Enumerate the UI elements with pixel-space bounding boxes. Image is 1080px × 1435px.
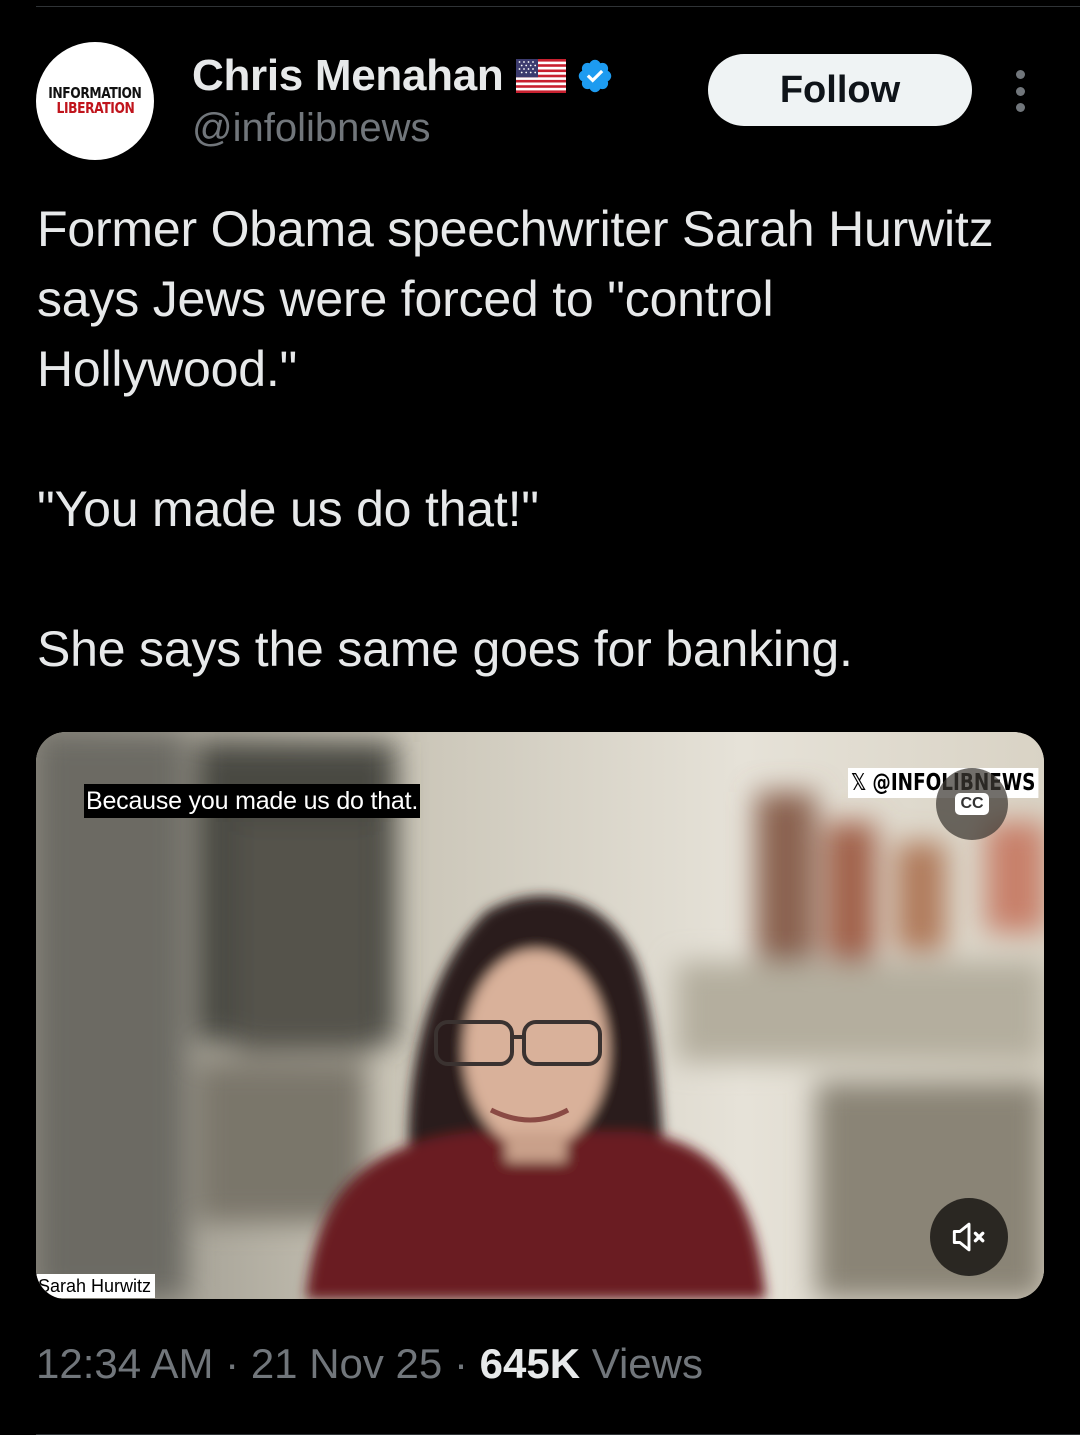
volume-muted-icon [952,1222,985,1252]
closed-captions-button[interactable]: CC [936,768,1008,840]
more-vertical-icon[interactable] [1009,70,1031,112]
author-handle[interactable]: @infolibnews [192,106,431,151]
tweet-text: Former Obama speechwriter Sarah Hurwitz … [37,194,1037,684]
video-nameplate: Sarah Hurwitz [36,1274,156,1298]
mute-button[interactable] [930,1198,1008,1276]
top-divider [36,6,1080,7]
video-subtitle: Because you made us do that. [84,784,421,818]
video-player[interactable]: Because you made us do that. 𝕏 @INFOLIBN… [36,732,1044,1299]
avatar-text-line2: LIBERATION [56,99,134,117]
tweet-time[interactable]: 12:34 AM [36,1340,213,1387]
cc-icon: CC [955,793,989,815]
author-name-row: Chris Menahan [192,50,614,102]
author-name[interactable]: Chris Menahan [192,51,504,101]
views-label: Views [591,1340,703,1387]
views-count[interactable]: 645K [480,1340,580,1387]
meta-separator: · [453,1340,468,1387]
tweet-meta: 12:34 AM · 21 Nov 25 · 645K Views [36,1340,703,1388]
us-flag-icon [515,59,566,93]
meta-separator: · [225,1340,240,1387]
tweet-paragraph: Former Obama speechwriter Sarah Hurwitz … [37,201,994,397]
tweet-paragraph: "You made us do that!" [37,481,539,537]
tweet-date[interactable]: 21 Nov 25 [251,1340,442,1387]
follow-button[interactable]: Follow [708,54,972,126]
tweet-paragraph: She says the same goes for banking. [37,621,853,677]
author-avatar[interactable]: INFORMATION LIBERATION [36,42,154,160]
verified-badge-icon [578,59,611,93]
